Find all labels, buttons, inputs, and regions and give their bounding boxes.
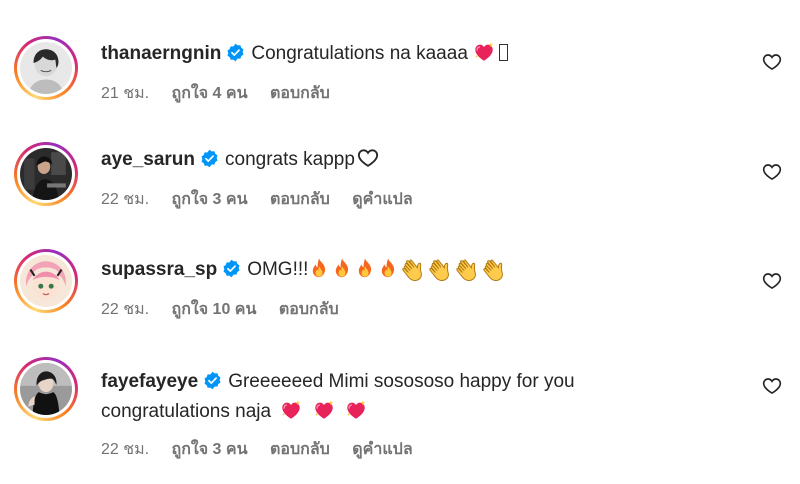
comment-time[interactable]: 22 ชม.: [101, 301, 149, 318]
clapping-hands-icon: [427, 255, 453, 281]
verified-badge-icon: [203, 371, 222, 390]
reply-button[interactable]: ตอบกลับ: [279, 301, 339, 318]
avatar[interactable]: [14, 357, 78, 421]
comment-text: Congratulations na kaaaa: [251, 43, 468, 64]
clapping-hands-icon: [400, 255, 426, 281]
reply-button[interactable]: ตอบกลับ: [270, 441, 330, 458]
reply-button[interactable]: ตอบกลับ: [270, 85, 330, 102]
verified-badge-icon: [222, 259, 241, 278]
sparkling-heart-icon: [280, 399, 302, 421]
like-heart-icon[interactable]: [762, 162, 782, 182]
comment-text-continued: congratulations naja: [101, 401, 272, 422]
fire-icon: [308, 257, 330, 279]
comment-likes[interactable]: ถูกใจ 3 คน: [172, 191, 248, 208]
white-heart-icon: [355, 147, 381, 169]
avatar-photo: [20, 363, 72, 415]
avatar-photo: [20, 148, 72, 200]
comment-likes[interactable]: ถูกใจ 4 คน: [172, 85, 248, 102]
fire-icon: [331, 257, 353, 279]
comment-likes[interactable]: ถูกใจ 3 คน: [172, 441, 248, 458]
comment-time[interactable]: 22 ชม.: [101, 441, 149, 458]
verified-badge-icon: [226, 43, 245, 62]
avatar[interactable]: [14, 142, 78, 206]
verified-badge-icon: [200, 149, 219, 168]
sparkling-heart-icon: [313, 399, 335, 421]
comment-text: congrats kappp: [225, 149, 355, 170]
clapping-hands-icon: [454, 255, 480, 281]
comment-username[interactable]: fayefayeye: [101, 371, 198, 392]
clapping-hands-icon: [481, 255, 507, 281]
like-heart-icon[interactable]: [762, 52, 782, 72]
like-heart-icon[interactable]: [762, 376, 782, 396]
see-translation-button[interactable]: ดูคำแปล: [352, 441, 412, 458]
comment-text: OMG!!!: [247, 259, 309, 280]
comment-time[interactable]: 21 ชม.: [101, 85, 149, 102]
avatar[interactable]: [14, 249, 78, 313]
missing-glyph-icon: [499, 44, 509, 61]
sparkling-heart-icon: [345, 399, 367, 421]
fire-icon: [354, 257, 376, 279]
sparkling-heart-icon: [473, 41, 495, 63]
reply-button[interactable]: ตอบกลับ: [270, 191, 330, 208]
avatar-photo: [20, 255, 72, 307]
comment-text: Greeeeeed Mimi sosososo happy for you: [228, 371, 575, 392]
comment-username[interactable]: aye_sarun: [101, 149, 195, 170]
comment-username[interactable]: supassra_sp: [101, 259, 217, 280]
comment-time[interactable]: 22 ชม.: [101, 191, 149, 208]
avatar-photo: [20, 42, 72, 94]
like-heart-icon[interactable]: [762, 271, 782, 291]
fire-icon: [377, 257, 399, 279]
comment-likes[interactable]: ถูกใจ 10 คน: [172, 301, 257, 318]
avatar[interactable]: [14, 36, 78, 100]
comment-username[interactable]: thanaerngnin: [101, 43, 221, 64]
see-translation-button[interactable]: ดูคำแปล: [352, 191, 412, 208]
